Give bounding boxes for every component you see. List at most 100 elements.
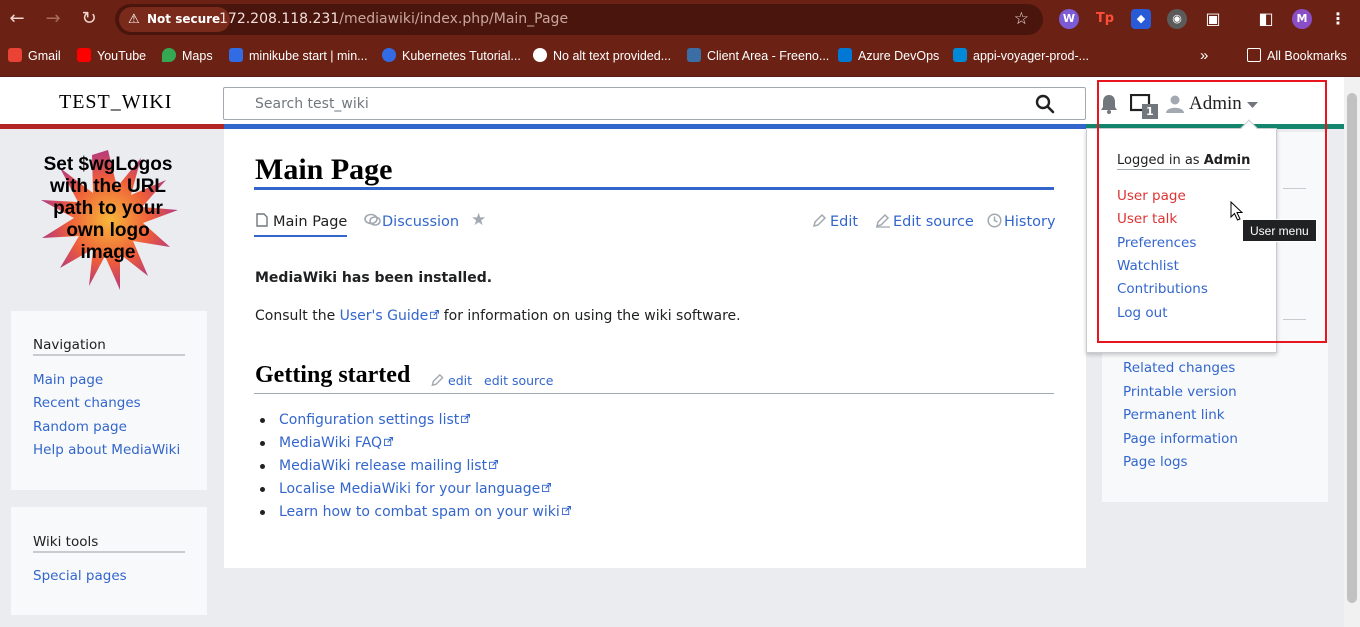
tools-related-changes[interactable]: Related changes [1123,360,1235,376]
extension-w-icon[interactable]: W [1059,9,1079,29]
back-icon[interactable]: ← [6,8,28,30]
menu-watchlist[interactable]: Watchlist [1117,258,1179,274]
link-label: Localise MediaWiki for your language [279,481,541,497]
menu-user-page[interactable]: User page [1117,188,1186,204]
bookmark-youtube[interactable]: YouTube [77,39,146,73]
security-chip[interactable]: ⚠ Not secure [119,7,231,32]
bookmark-label: No alt text provided... [553,49,672,63]
bookmark-label: Client Area - Freeno... [707,49,830,63]
globe-icon [533,48,547,62]
menu-preferences[interactable]: Preferences [1117,235,1196,251]
bookmark-no-alt[interactable]: No alt text provided... [533,39,671,73]
extension-globe-icon[interactable]: ◉ [1167,9,1187,29]
maps-icon [162,48,176,62]
section-heading: Getting started [255,362,411,388]
extension-shield-icon[interactable]: ◆ [1131,9,1151,29]
external-link-icon [461,414,471,423]
nav-main-page[interactable]: Main page [33,372,103,388]
link-config-settings[interactable]: Configuration settings list [279,412,471,428]
tab-edit-source[interactable]: Edit source [875,213,974,230]
gmail-icon [8,48,22,62]
bookmark-minikube[interactable]: minikube start | min... [229,39,368,73]
logo-text: Set $wgLogos with the URL path to your o… [43,154,173,263]
tools-printable-version[interactable]: Printable version [1123,384,1237,400]
bookmark-label: appi-voyager-prod-... [973,49,1090,63]
tab-discussion[interactable]: Discussion [364,213,459,230]
link-label: MediaWiki release mailing list [279,458,488,474]
watch-star-icon[interactable]: ★ [471,210,486,230]
tools-permanent-link[interactable]: Permanent link [1123,407,1225,423]
reload-icon[interactable]: ↻ [78,8,100,30]
menu-log-out[interactable]: Log out [1117,305,1168,321]
section-edit-source-link[interactable]: edit source [484,373,553,388]
page-scrollbar[interactable] [1344,77,1360,627]
kubernetes-icon [382,48,396,62]
bookmark-azure-devops[interactable]: Azure DevOps [838,39,939,73]
nav-help[interactable]: Help about MediaWiki [33,442,180,458]
bookmark-label: Azure DevOps [858,49,940,63]
link-mediawiki-faq[interactable]: MediaWiki FAQ [279,435,394,451]
notices-tray-icon[interactable] [1130,94,1160,120]
side-panel-icon[interactable]: ◧ [1256,9,1276,29]
bookmark-label: Gmail [28,49,61,63]
tab-label: Edit [830,214,859,230]
link-label: MediaWiki FAQ [279,435,383,451]
all-bookmarks[interactable]: All Bookmarks [1247,39,1347,73]
search-box[interactable] [223,87,1086,120]
installed-message: MediaWiki has been installed. [255,270,493,286]
link-localise[interactable]: Localise MediaWiki for your language [279,481,552,497]
bullet [260,418,265,423]
search-icon[interactable] [1035,94,1055,114]
link-release-mailing-list[interactable]: MediaWiki release mailing list [279,458,499,474]
browser-toolbar: ← → ↻ ⚠ Not secure 172.208.118.231/media… [0,0,1360,39]
bookmark-freenom[interactable]: Client Area - Freeno... [687,39,829,73]
chevron-down-icon [1247,102,1258,108]
bookmark-star-icon[interactable]: ☆ [1014,9,1029,29]
tab-main-page[interactable]: Main Page [256,213,347,230]
user-menu-tooltip: User menu [1242,219,1317,242]
all-bookmarks-label: All Bookmarks [1267,49,1347,63]
scrollbar-thumb[interactable] [1347,93,1357,603]
bookmark-appi-voyager[interactable]: appi-voyager-prod-... [953,39,1089,73]
username-label: Admin [1189,93,1242,114]
tab-edit[interactable]: Edit [812,213,858,230]
tools-special-pages[interactable]: Special pages [33,568,127,584]
bookmark-gmail[interactable]: Gmail [8,39,61,73]
bookmark-kubernetes[interactable]: Kubernetes Tutorial... [382,39,521,73]
bullet [260,510,265,515]
bell-icon[interactable] [1100,94,1118,114]
search-input[interactable] [255,94,1015,114]
profile-avatar[interactable]: M [1292,9,1312,29]
bookmark-maps[interactable]: Maps [162,39,213,73]
bookmarks-overflow-icon[interactable]: » [1200,39,1208,73]
menu-contributions[interactable]: Contributions [1117,281,1208,297]
nav-recent-changes[interactable]: Recent changes [33,395,141,411]
menu-user-talk[interactable]: User talk [1117,211,1177,227]
site-title[interactable]: TEST_WIKI [59,91,172,114]
history-clock-icon [987,213,1002,228]
freenom-icon [687,48,701,62]
browser-menu-icon[interactable]: ⋮ [1328,9,1348,29]
section-edit-link[interactable]: edit [430,373,472,388]
tab-label: Discussion [382,214,460,230]
tab-label: Edit source [893,214,974,230]
external-link-icon [489,460,499,469]
tools-page-information[interactable]: Page information [1123,431,1238,447]
tools-page-logs[interactable]: Page logs [1123,454,1188,470]
portal-rule [1283,319,1306,320]
title-underline [254,187,1054,190]
wikitext-icon [875,213,890,228]
pencil-icon [431,373,444,387]
extension-tp-icon[interactable]: Tp [1095,9,1115,29]
tab-history[interactable]: History [987,213,1056,230]
nav-random-page[interactable]: Random page [33,419,127,435]
url-text[interactable]: 172.208.118.231/mediawiki/index.php/Main… [219,4,568,35]
pencil-icon [812,213,827,228]
logged-in-prefix: Logged in as [1117,153,1204,168]
bookmark-label: Maps [182,49,213,63]
extensions-puzzle-icon[interactable]: ▣ [1203,9,1223,29]
link-combat-spam[interactable]: Learn how to combat spam on your wiki [279,504,571,520]
users-guide-link[interactable]: User's Guide [340,308,440,324]
forward-icon[interactable]: → [42,8,64,30]
address-bar[interactable]: ⚠ Not secure 172.208.118.231/mediawiki/i… [115,4,1043,35]
